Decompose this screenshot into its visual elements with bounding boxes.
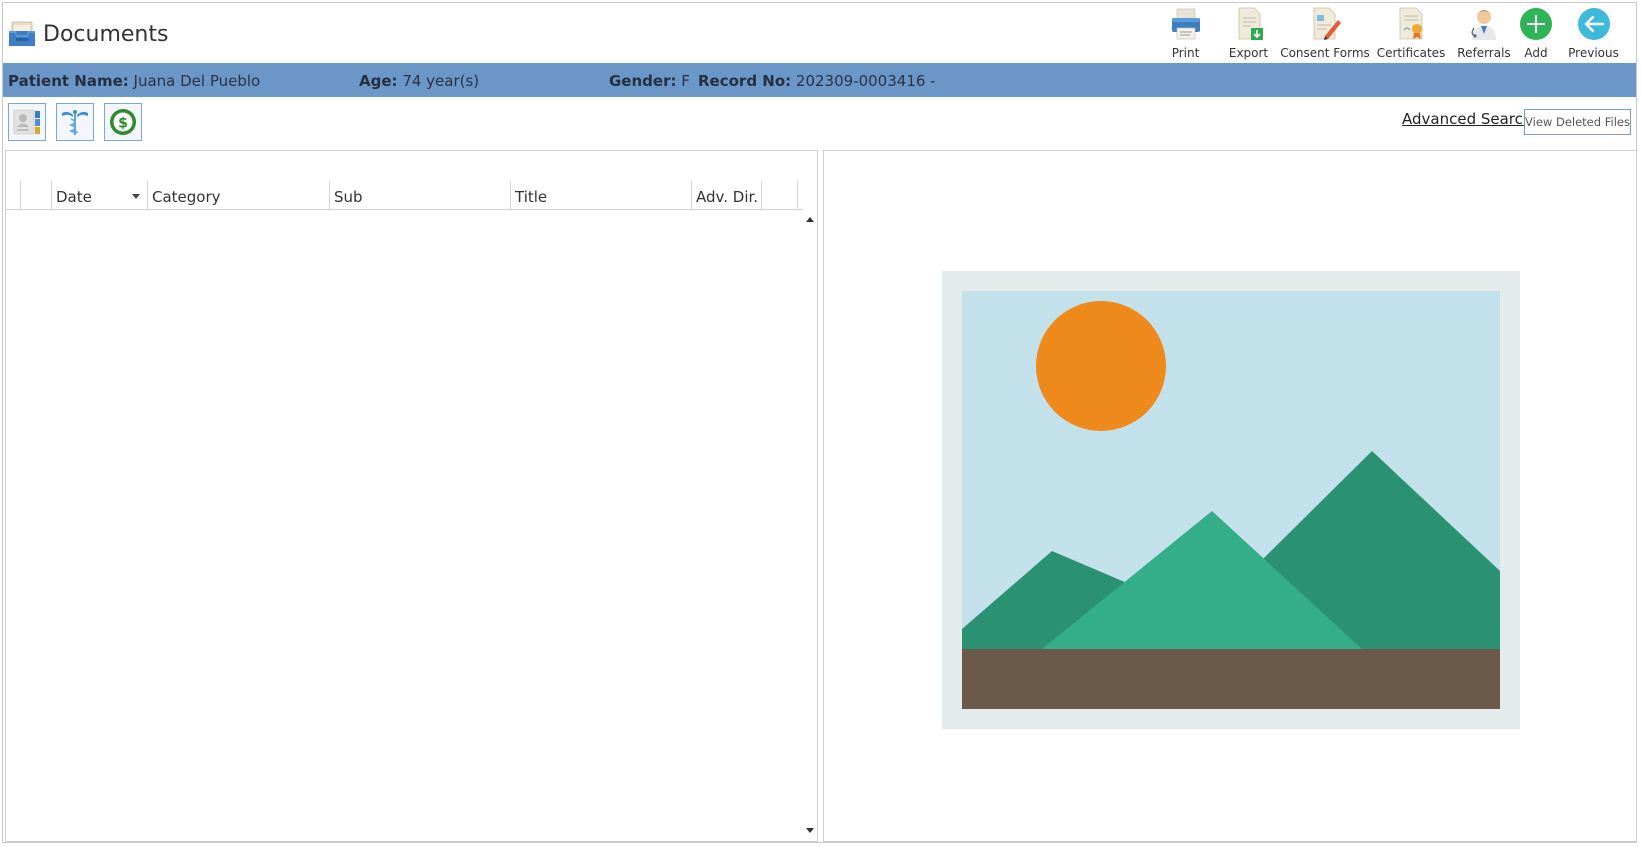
column-header-adv-dir[interactable]: Adv. Dir. — [691, 181, 761, 209]
column-header-end — [797, 181, 803, 209]
window-title: Documents — [7, 18, 168, 50]
column-header-category[interactable]: Category — [147, 181, 329, 209]
caduceus-medical-icon — [62, 110, 88, 135]
column-header-title[interactable]: Title — [510, 181, 691, 209]
consent-form-icon — [1313, 7, 1341, 40]
sub-header-label: Sub — [334, 188, 363, 206]
previous-button[interactable]: Previous — [1556, 6, 1631, 60]
patient-record-label: Record No: — [698, 72, 792, 90]
advanced-search-link[interactable]: Advanced Search — [1402, 110, 1532, 128]
patient-record-value: 202309-0003416 - — [795, 72, 936, 90]
filter-demographics-button[interactable] — [8, 103, 46, 141]
add-button[interactable]: Add — [1516, 6, 1556, 60]
image-placeholder-icon — [942, 271, 1520, 729]
export-document-icon — [1238, 7, 1263, 40]
main-toolbar: Print Export Consent Forms Certificates … — [1154, 6, 1631, 60]
referral-doctor-icon — [1471, 10, 1496, 40]
filter-medical-button[interactable] — [56, 103, 94, 141]
document-preview-panel — [823, 150, 1637, 842]
referrals-button[interactable]: Referrals — [1452, 6, 1516, 60]
back-arrow-icon — [1577, 8, 1610, 40]
page-title: Documents — [43, 21, 169, 47]
documents-grid: Date Category Sub Title Adv. Dir. — [5, 150, 818, 842]
printer-icon — [1171, 8, 1200, 40]
grid-header: Date Category Sub Title Adv. Dir. — [6, 181, 803, 210]
print-label: Print — [1171, 46, 1200, 60]
column-header-date[interactable]: Date — [51, 181, 147, 209]
consent-forms-button[interactable]: Consent Forms — [1280, 6, 1370, 60]
patient-gender-label: Gender: — [609, 72, 677, 90]
patient-record-field: Record No: 202309-0003416 - — [698, 72, 936, 90]
patient-name-field: Patient Name: Juana Del Pueblo — [8, 72, 260, 90]
referrals-label: Referrals — [1457, 46, 1511, 60]
patient-name-value: Juana Del Pueblo — [133, 72, 261, 90]
date-header-label: Date — [56, 188, 92, 206]
patient-age-field: Age: 74 year(s) — [359, 72, 479, 90]
patient-gender-field: Gender: F — [609, 72, 690, 90]
certificates-label: Certificates — [1376, 46, 1446, 60]
row-indicator-header — [20, 181, 51, 209]
adv-dir-header-label: Adv. Dir. — [696, 188, 759, 206]
sort-dropdown-icon[interactable] — [132, 194, 140, 199]
svg-text:$: $ — [118, 116, 128, 132]
patient-demographics-icon — [13, 109, 40, 135]
consent-forms-label: Consent Forms — [1280, 46, 1370, 60]
certificate-icon — [1399, 7, 1423, 40]
column-header-extra — [761, 181, 797, 209]
print-button[interactable]: Print — [1154, 6, 1217, 60]
patient-name-label: Patient Name: — [8, 72, 129, 90]
certificates-button[interactable]: Certificates — [1370, 6, 1452, 60]
category-header-label: Category — [152, 188, 221, 206]
column-header-sub[interactable]: Sub — [329, 181, 510, 209]
patient-age-label: Age: — [359, 72, 398, 90]
export-label: Export — [1228, 46, 1269, 60]
patient-info-bar: Patient Name: Juana Del Pueblo Age: 74 y… — [3, 63, 1636, 97]
patient-gender-value: F — [681, 72, 690, 90]
grid-vertical-scrollbar[interactable] — [803, 209, 817, 841]
export-button[interactable]: Export — [1217, 6, 1280, 60]
dollar-billing-icon: $ — [110, 109, 136, 135]
view-deleted-files-button[interactable]: View Deleted Files — [1524, 109, 1631, 135]
previous-label: Previous — [1568, 46, 1619, 60]
add-label: Add — [1524, 46, 1548, 60]
documents-tray-icon — [9, 21, 35, 46]
scroll-down-arrow-icon[interactable] — [806, 828, 814, 833]
filter-billing-button[interactable]: $ — [104, 103, 142, 141]
title-header-label: Title — [515, 188, 548, 206]
plus-circle-icon — [1520, 8, 1552, 40]
scroll-up-arrow-icon[interactable] — [806, 217, 814, 222]
patient-age-value: 74 year(s) — [402, 72, 480, 90]
